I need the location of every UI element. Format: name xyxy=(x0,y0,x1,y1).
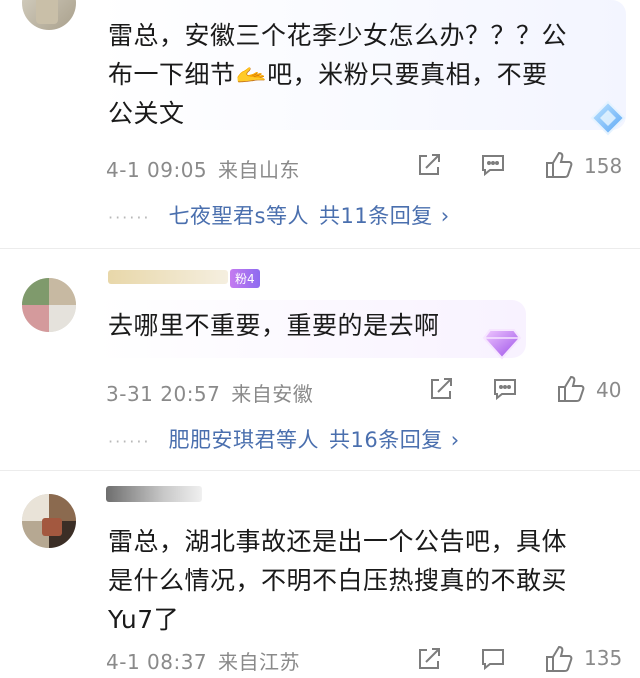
like-count: 135 xyxy=(584,646,623,670)
like-count: 158 xyxy=(584,154,623,178)
avatar[interactable] xyxy=(22,0,76,30)
share-square-icon[interactable] xyxy=(416,646,442,676)
comment-location: 来自安徽 xyxy=(231,382,314,406)
comment-text: 雷总，湖北事故还是出一个公告吧，具体 是什么情况，不明不白压热搜真的不敢买 Yu… xyxy=(108,527,568,634)
share-square-icon[interactable] xyxy=(428,376,454,406)
username-blurred[interactable] xyxy=(106,486,202,502)
comment-bubble-icon[interactable] xyxy=(480,152,506,182)
fan-badge: 粉4 xyxy=(230,269,260,288)
divider xyxy=(0,470,640,471)
thumbs-up-icon[interactable] xyxy=(556,374,586,408)
avatar[interactable] xyxy=(22,494,76,548)
avatar[interactable] xyxy=(22,278,76,332)
comment-time: 4-1 08:37 xyxy=(106,650,208,674)
comment-location: 来自江苏 xyxy=(218,650,301,674)
username-blurred[interactable] xyxy=(108,270,228,284)
comment-meta: 4-1 09:05 来自山东 xyxy=(106,154,300,183)
like-count: 40 xyxy=(596,378,622,402)
dots-icon: ······ xyxy=(108,208,151,227)
reply-summary[interactable]: ······ 肥肥安琪君等人 共16条回复 › xyxy=(108,424,460,454)
thumbs-up-icon[interactable] xyxy=(544,644,574,678)
share-square-icon[interactable] xyxy=(416,152,442,182)
comment-bubble-icon[interactable] xyxy=(492,376,518,406)
diamond-icon xyxy=(588,100,628,140)
diamond-icon xyxy=(482,326,522,364)
dots-icon: ······ xyxy=(108,432,151,451)
comment-time: 4-1 09:05 xyxy=(106,158,208,182)
comment-text: 去哪里不重要，重要的是去啊 xyxy=(108,311,440,340)
comment-bubble-icon[interactable] xyxy=(480,646,506,676)
reply-summary[interactable]: ······ 七夜聖君s等人 共11条回复 › xyxy=(108,200,450,230)
comment-meta: 3-31 20:57 来自安徽 xyxy=(106,378,313,407)
divider xyxy=(0,248,640,249)
comment-time: 3-31 20:57 xyxy=(106,382,221,406)
comment-location: 来自山东 xyxy=(218,158,301,182)
thumbs-up-icon[interactable] xyxy=(544,150,574,184)
comment-text: 雷总，安徽三个花季少女怎么办？？？公 布一下细节🫴吧，米粉只要真相，不要 公关文 xyxy=(108,21,568,128)
